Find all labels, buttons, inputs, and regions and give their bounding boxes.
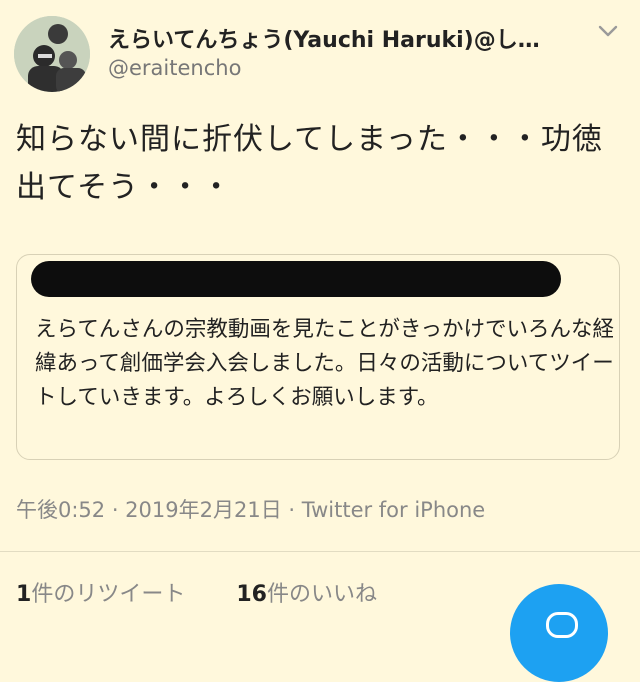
likes-label: 件のいいね [266,582,377,607]
redaction-bar [31,261,561,297]
quoted-profile-card[interactable]: えらてんさんの宗教動画を見たことがきっかけでいろんな経緯あって創価学会入会しまし… [16,254,620,460]
compose-button[interactable] [510,584,608,682]
retweets-count: 1 [16,582,32,607]
tweet-timestamp: 午後0:52 · 2019年2月21日 · Twitter for iPhone [16,498,486,522]
likes-count: 16 [236,582,267,607]
retweets-label: 件のリツイート [31,582,186,607]
tweet-text: 知らない間に折伏してしまった・・・功徳出てそう・・・ [16,122,603,205]
reply-icon [546,612,578,638]
tweet-stats: 1件のリツイート 16件のいいね [16,576,421,608]
avatar-image [14,16,90,92]
retweets-stat[interactable]: 1件のリツイート [16,582,185,607]
avatar[interactable] [14,16,90,92]
chevron-down-icon[interactable] [596,22,620,40]
user-handle[interactable]: @eraitencho [108,56,241,80]
likes-stat[interactable]: 16件のいいね [236,582,377,607]
display-name[interactable]: えらいてんちょう(Yauchi Haruki)@し… [108,22,568,54]
divider [0,551,640,552]
card-body-text: えらてんさんの宗教動画を見たことがきっかけでいろんな経緯あって創価学会入会しまし… [35,317,614,410]
